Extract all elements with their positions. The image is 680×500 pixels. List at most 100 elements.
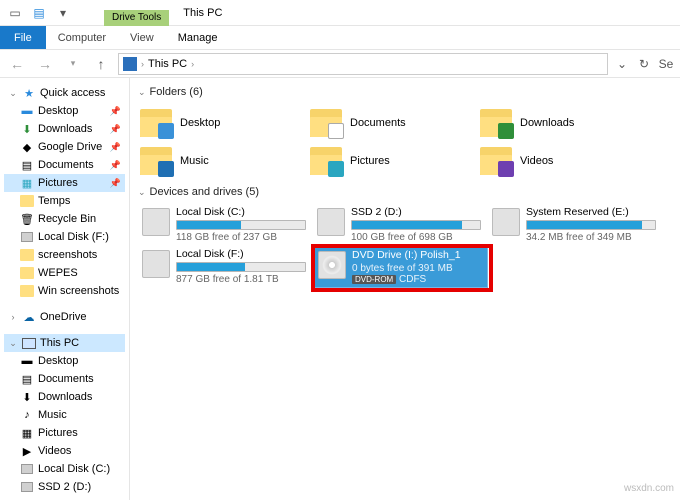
onedrive-icon: ☁ xyxy=(22,310,36,324)
pin-icon: 📌 xyxy=(110,178,121,189)
tab-manage[interactable]: Manage xyxy=(166,26,230,49)
group-header-drives[interactable]: ⌄ Devices and drives (5) xyxy=(138,186,672,198)
folder-icon xyxy=(310,147,342,175)
sidebar-item-downloads[interactable]: ⬇Downloads📌 xyxy=(4,120,125,138)
tab-view[interactable]: View xyxy=(118,26,166,49)
nav-up-button[interactable]: ↑ xyxy=(90,53,112,75)
contextual-tab-drive-tools: Drive Tools xyxy=(104,10,169,26)
sidebar-item-documents[interactable]: ▤Documents📌 xyxy=(4,156,125,174)
search-icon[interactable]: Se xyxy=(658,56,674,72)
sidebar-pc-local-c[interactable]: Local Disk (C:) xyxy=(4,460,125,478)
hdd-icon xyxy=(492,208,520,236)
disk-icon xyxy=(21,482,33,492)
address-bar-row: ← → ▾ ↑ › This PC › ⌄ ↻ Se xyxy=(0,50,680,78)
star-icon: ★ xyxy=(22,86,36,100)
pin-icon: 📌 xyxy=(110,106,121,117)
documents-icon: ▤ xyxy=(20,372,34,386)
folder-icon xyxy=(480,109,512,137)
collapse-icon[interactable]: ⌄ xyxy=(8,88,18,99)
back-history-icon[interactable]: ▭ xyxy=(4,2,26,24)
drive-ssd2-d[interactable]: SSD 2 (D:) 100 GB free of 698 GB xyxy=(313,204,488,246)
videos-icon: ▶ xyxy=(20,444,34,458)
drive-local-c[interactable]: Local Disk (C:) 118 GB free of 237 GB xyxy=(138,204,313,246)
watermark: wsxdn.com xyxy=(624,483,674,494)
chevron-right-icon[interactable]: › xyxy=(191,59,194,69)
folder-videos[interactable]: Videos xyxy=(478,142,648,180)
sidebar-item-desktop[interactable]: ▬Desktop📌 xyxy=(4,102,125,120)
sidebar-item-temps[interactable]: Temps xyxy=(4,192,125,210)
chevron-down-icon[interactable]: ⌄ xyxy=(614,56,630,72)
expand-icon[interactable]: › xyxy=(8,312,18,322)
drive-local-f[interactable]: Local Disk (F:) 877 GB free of 1.81 TB xyxy=(138,246,313,288)
sidebar-item-win-screenshots[interactable]: Win screenshots xyxy=(4,282,125,300)
nav-forward-button: → xyxy=(34,53,56,75)
this-pc-icon xyxy=(22,338,36,349)
sidebar-pc-pictures[interactable]: ▦Pictures xyxy=(4,424,125,442)
capacity-bar xyxy=(351,220,481,230)
pictures-icon: ▦ xyxy=(20,426,34,440)
collapse-icon[interactable]: ⌄ xyxy=(138,87,146,98)
folder-icon xyxy=(20,249,34,261)
group-header-folders[interactable]: ⌄ Folders (6) xyxy=(138,86,672,98)
sidebar-onedrive[interactable]: › ☁ OneDrive xyxy=(4,308,125,326)
folder-music[interactable]: Music xyxy=(138,142,308,180)
drive-dvd-i[interactable]: DVD Drive (I:) Polish_1 0 bytes free of … xyxy=(313,246,488,288)
drive-system-reserved-e[interactable]: System Reserved (E:) 34.2 MB free of 349… xyxy=(488,204,663,246)
sidebar-item-screenshots[interactable]: screenshots xyxy=(4,246,125,264)
address-bar[interactable]: › This PC › xyxy=(118,53,608,75)
new-folder-icon[interactable]: ▾ xyxy=(52,2,74,24)
pin-icon: 📌 xyxy=(110,124,121,135)
nav-back-button[interactable]: ← xyxy=(6,53,28,75)
capacity-bar xyxy=(176,262,306,272)
sidebar-item-local-disk-f[interactable]: Local Disk (F:) xyxy=(4,228,125,246)
folder-desktop[interactable]: Desktop xyxy=(138,104,308,142)
this-pc-icon xyxy=(123,57,137,71)
folder-downloads[interactable]: Downloads xyxy=(478,104,648,142)
title-bar: ▭ ▤ ▾ Drive Tools This PC xyxy=(0,0,680,26)
pin-icon: 📌 xyxy=(110,142,121,153)
sidebar-item-recycle-bin[interactable]: 🗑Recycle Bin xyxy=(4,210,125,228)
sidebar-pc-documents[interactable]: ▤Documents xyxy=(4,370,125,388)
chevron-right-icon[interactable]: › xyxy=(141,59,144,69)
recycle-bin-icon: 🗑 xyxy=(20,212,34,226)
disk-icon xyxy=(21,232,33,242)
sidebar-pc-desktop[interactable]: ▬Desktop xyxy=(4,352,125,370)
gdrive-icon: ◆ xyxy=(20,140,34,154)
hdd-icon xyxy=(142,208,170,236)
sidebar-this-pc[interactable]: ⌄ This PC xyxy=(4,334,125,352)
properties-icon[interactable]: ▤ xyxy=(28,2,50,24)
sidebar-pc-system-reserved[interactable]: System Reserved xyxy=(4,496,125,500)
sidebar-item-pictures[interactable]: ▦Pictures📌 xyxy=(4,174,125,192)
folder-icon xyxy=(310,109,342,137)
folder-icon xyxy=(140,147,172,175)
breadcrumb-this-pc[interactable]: This PC xyxy=(148,58,187,70)
hdd-icon xyxy=(317,208,345,236)
pictures-icon: ▦ xyxy=(20,176,34,190)
sidebar-pc-videos[interactable]: ▶Videos xyxy=(4,442,125,460)
capacity-bar xyxy=(176,220,306,230)
window-title: This PC xyxy=(183,7,222,19)
folder-documents[interactable]: Documents xyxy=(308,104,478,142)
nav-recent-dropdown[interactable]: ▾ xyxy=(62,53,84,75)
sidebar-pc-ssd2[interactable]: SSD 2 (D:) xyxy=(4,478,125,496)
sidebar-quick-access[interactable]: ⌄ ★ Quick access xyxy=(4,84,125,102)
folder-icon xyxy=(20,267,34,279)
sidebar-pc-downloads[interactable]: ⬇Downloads xyxy=(4,388,125,406)
main-split: ⌄ ★ Quick access ▬Desktop📌 ⬇Downloads📌 ◆… xyxy=(0,78,680,500)
refresh-icon[interactable]: ↻ xyxy=(636,56,652,72)
folders-grid: Desktop Documents Downloads Music Pictur… xyxy=(138,104,672,180)
folder-icon xyxy=(20,285,34,297)
folder-icon xyxy=(20,195,34,207)
disc-icon xyxy=(318,251,346,279)
folder-pictures[interactable]: Pictures xyxy=(308,142,478,180)
collapse-icon[interactable]: ⌄ xyxy=(138,187,146,198)
file-tab[interactable]: File xyxy=(0,26,46,49)
disk-icon xyxy=(21,464,33,474)
collapse-icon[interactable]: ⌄ xyxy=(8,338,18,349)
navigation-pane: ⌄ ★ Quick access ▬Desktop📌 ⬇Downloads📌 ◆… xyxy=(0,78,130,500)
sidebar-pc-music[interactable]: ♪Music xyxy=(4,406,125,424)
tab-computer[interactable]: Computer xyxy=(46,26,118,49)
folder-icon xyxy=(140,109,172,137)
sidebar-item-wepes[interactable]: WEPES xyxy=(4,264,125,282)
sidebar-item-google-drive[interactable]: ◆Google Drive📌 xyxy=(4,138,125,156)
